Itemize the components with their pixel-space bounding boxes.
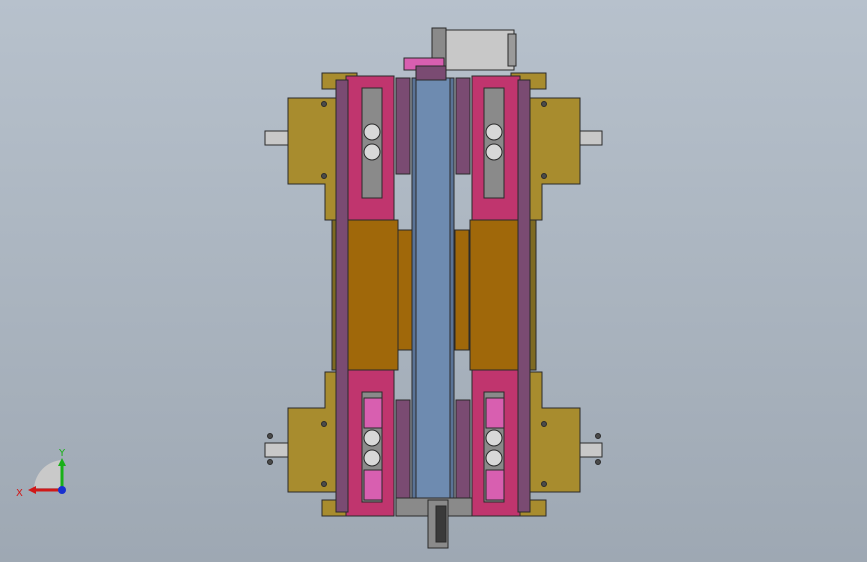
screw-6[interactable] <box>541 421 547 427</box>
left-bottom-pink-block[interactable] <box>363 469 383 501</box>
right-guide-plate[interactable] <box>454 229 470 351</box>
right-lower-roller-a[interactable] <box>485 429 503 447</box>
screw-0[interactable] <box>321 101 327 107</box>
right-shaft-top[interactable] <box>577 130 603 146</box>
screw-5[interactable] <box>541 173 547 179</box>
screw-3[interactable] <box>321 481 327 487</box>
y-axis-label: Y <box>58 448 66 459</box>
center-column-edge-right[interactable] <box>449 77 455 499</box>
screw-9[interactable] <box>267 459 273 465</box>
right-inner-rail-top[interactable] <box>455 77 471 175</box>
right-shaft-bottom[interactable] <box>577 442 603 458</box>
left-upper-belt[interactable] <box>361 87 383 199</box>
right-outer-rail[interactable] <box>517 79 531 513</box>
motor-end-cap[interactable] <box>507 33 517 67</box>
z-axis-dot <box>58 486 66 494</box>
left-outer-rail[interactable] <box>335 79 349 513</box>
screw-11[interactable] <box>595 459 601 465</box>
x-axis-label: X <box>16 488 23 499</box>
right-bottom-pink-block[interactable] <box>485 469 505 501</box>
center-column[interactable] <box>411 77 455 499</box>
left-upper-roller-b[interactable] <box>363 143 381 161</box>
graphics-viewport[interactable]: Y X <box>0 0 867 562</box>
right-upper-roller-b[interactable] <box>485 143 503 161</box>
left-upper-roller-a[interactable] <box>363 123 381 141</box>
screw-8[interactable] <box>267 433 273 439</box>
center-column-edge-left[interactable] <box>411 77 417 499</box>
left-inner-rail-bottom[interactable] <box>395 399 411 501</box>
left-lower-roller-a[interactable] <box>363 429 381 447</box>
right-upper-belt[interactable] <box>483 87 505 199</box>
triad-cone <box>34 460 62 488</box>
left-shaft-top[interactable] <box>264 130 290 146</box>
motor-mount-bar[interactable] <box>415 65 447 81</box>
left-guide-plate[interactable] <box>397 229 413 351</box>
screw-4[interactable] <box>541 101 547 107</box>
left-shaft-bottom[interactable] <box>264 442 290 458</box>
right-lower-roller-b[interactable] <box>485 449 503 467</box>
left-amber-plate[interactable] <box>341 219 399 371</box>
motor-body[interactable] <box>445 29 515 71</box>
cad-model[interactable] <box>0 0 867 562</box>
axis-triad: Y X <box>16 448 66 499</box>
left-inner-rail-top[interactable] <box>395 77 411 175</box>
right-lower-pink-block[interactable] <box>485 397 505 429</box>
right-inner-rail-bottom[interactable] <box>455 399 471 501</box>
screw-1[interactable] <box>321 173 327 179</box>
left-lower-roller-b[interactable] <box>363 449 381 467</box>
x-axis-arrow <box>28 486 36 494</box>
screw-7[interactable] <box>541 481 547 487</box>
left-lower-pink-block[interactable] <box>363 397 383 429</box>
screw-10[interactable] <box>595 433 601 439</box>
right-upper-roller-a[interactable] <box>485 123 503 141</box>
screw-2[interactable] <box>321 421 327 427</box>
bottom-pulley-core[interactable] <box>435 505 447 543</box>
